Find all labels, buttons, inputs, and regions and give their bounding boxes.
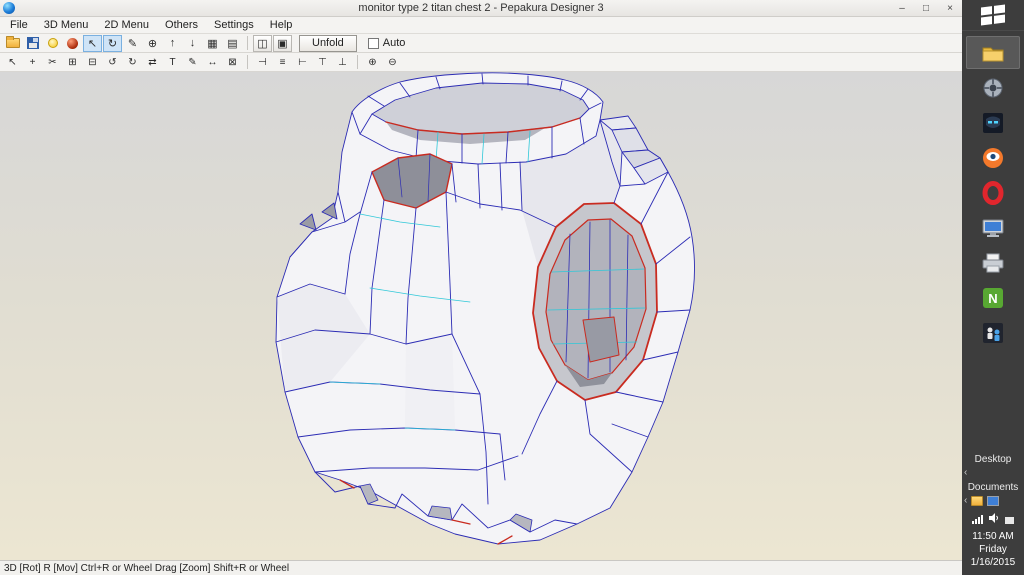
- desktop-expand-row: ‹: [962, 467, 1024, 479]
- system-tray: [972, 507, 1014, 527]
- menu-settings[interactable]: Settings: [206, 18, 262, 32]
- window-controls: – □ ×: [890, 1, 962, 16]
- clock-day: Friday: [979, 544, 1007, 555]
- menu-others[interactable]: Others: [157, 18, 206, 32]
- pepakura-window: monitor type 2 titan chest 2 - Pepakura …: [0, 0, 962, 575]
- mini-display-icon[interactable]: [987, 496, 1000, 506]
- align-top-icon[interactable]: ⊤: [313, 54, 332, 71]
- mask-game-icon[interactable]: [966, 106, 1020, 139]
- edit-pencil-icon[interactable]: ✎: [123, 35, 142, 52]
- bulb-glyph: [47, 38, 58, 48]
- floppy-glyph: [26, 37, 39, 49]
- menu-2d-menu[interactable]: 2D Menu: [96, 18, 157, 32]
- rotate-ccw-icon[interactable]: ↺: [103, 54, 122, 71]
- green-app-icon[interactable]: N: [966, 281, 1020, 314]
- layout-single-icon[interactable]: ▣: [273, 34, 292, 52]
- status-text: 3D [Rot] R [Mov] Ctrl+R or Wheel Drag [Z…: [4, 562, 290, 574]
- viewport-3d[interactable]: [0, 72, 962, 560]
- folder-glyph: [5, 36, 20, 48]
- mini-folder-icon[interactable]: [971, 496, 984, 506]
- clock-time: 11:50 AM: [972, 531, 1014, 542]
- draw-tool-icon[interactable]: ✎: [183, 54, 202, 71]
- align-left-icon[interactable]: ⊣: [253, 54, 272, 71]
- mirror-icon[interactable]: ⇄: [143, 54, 162, 71]
- windows-logo-icon: [981, 4, 1005, 26]
- rotate-view-icon[interactable]: ↻: [103, 34, 122, 52]
- clock-date: 1/16/2015: [970, 557, 1016, 568]
- light-bulb-icon[interactable]: [43, 35, 62, 52]
- menubar: File 3D Menu 2D Menu Others Settings Hel…: [0, 17, 962, 34]
- align-center-icon[interactable]: ≡: [273, 54, 292, 71]
- taskbar-apps: N: [966, 36, 1020, 349]
- toolbar-2d: ↖ + ✂ ⊞ ⊟ ↺ ↻ ⇄ T ✎ ↔ ⊠ ⊣ ≡ ⊢ ⊤ ⊥ ⊕ ⊖: [0, 53, 962, 72]
- auto-checkbox[interactable]: [367, 37, 379, 49]
- auto-unfold-group: Auto: [367, 37, 406, 49]
- computer-icon[interactable]: [966, 211, 1020, 244]
- desktop-toolbar[interactable]: Desktop: [962, 451, 1024, 467]
- grid-view-icon[interactable]: ▦: [203, 35, 222, 52]
- statusbar: 3D [Rot] R [Mov] Ctrl+R or Wheel Drag [Z…: [0, 560, 962, 575]
- unfold-button[interactable]: Unfold: [299, 34, 357, 52]
- taskbar-clock[interactable]: 11:50 AM Friday 1/16/2015: [971, 527, 1016, 575]
- auto-label: Auto: [382, 37, 406, 49]
- menu-file[interactable]: File: [2, 18, 36, 32]
- align-right-icon[interactable]: ⊢: [293, 54, 312, 71]
- flap-up-icon[interactable]: ↑: [163, 35, 182, 52]
- minimize-button[interactable]: –: [890, 1, 914, 16]
- documents-toolbar[interactable]: Documents: [962, 479, 1024, 495]
- join-edge-icon[interactable]: ⊞: [63, 54, 82, 71]
- screen: monitor type 2 titan chest 2 - Pepakura …: [0, 0, 1024, 575]
- start-button[interactable]: [962, 0, 1024, 31]
- opera-icon[interactable]: [966, 176, 1020, 209]
- documents-expand-row: ‹: [962, 495, 1024, 507]
- toolbar-main: ↖ ↻ ✎ ⊕ ↑ ↓ ▦ ▤ ◫ ▣ Unfold Auto: [0, 34, 962, 53]
- scissors-icon[interactable]: ✂: [43, 54, 62, 71]
- list-view-icon[interactable]: ▤: [223, 35, 242, 52]
- select-tool-icon[interactable]: ↖: [83, 34, 102, 52]
- rotate-cw-icon[interactable]: ↻: [123, 54, 142, 71]
- maximize-button[interactable]: □: [914, 1, 938, 16]
- touch-keyboard-icon[interactable]: [1005, 517, 1014, 524]
- sphere-glyph: [67, 37, 78, 49]
- blender-icon[interactable]: [966, 141, 1020, 174]
- network-signal-icon[interactable]: [972, 515, 983, 524]
- text-tool-icon[interactable]: T: [163, 54, 182, 71]
- close-button[interactable]: ×: [938, 1, 962, 16]
- toolbar-separator: [247, 36, 248, 50]
- chevron-left-icon[interactable]: ‹: [964, 496, 967, 506]
- speaker-icon[interactable]: [988, 512, 1000, 524]
- anchor-icon[interactable]: ⊕: [143, 35, 162, 52]
- save-file-icon[interactable]: [23, 35, 42, 52]
- svg-text:N: N: [988, 291, 997, 306]
- menu-3d-menu[interactable]: 3D Menu: [36, 18, 97, 32]
- flap-down-icon[interactable]: ↓: [183, 35, 202, 52]
- printer-icon[interactable]: [966, 246, 1020, 279]
- select-2d-icon[interactable]: ↖: [3, 54, 22, 71]
- overlap-check-icon[interactable]: ⊠: [223, 54, 242, 71]
- titlebar: monitor type 2 titan chest 2 - Pepakura …: [0, 0, 962, 17]
- window-title: monitor type 2 titan chest 2 - Pepakura …: [358, 2, 604, 14]
- open-file-icon[interactable]: [3, 35, 22, 52]
- taskbar-toolbars: Desktop ‹ Documents ‹ 11:50 AM Friday 1/…: [962, 451, 1024, 575]
- model-3d-canvas[interactable]: [0, 72, 962, 560]
- wheel-app-icon[interactable]: [966, 71, 1020, 104]
- toolbar-separator: [357, 55, 358, 69]
- align-bottom-icon[interactable]: ⊥: [333, 54, 352, 71]
- material-sphere-icon[interactable]: [63, 35, 82, 52]
- figures-game-icon[interactable]: [966, 316, 1020, 349]
- divide-edge-icon[interactable]: ⊟: [83, 54, 102, 71]
- windows-taskbar: N Desktop ‹ Documents ‹ 11:50 AM Friday …: [962, 0, 1024, 575]
- measure-icon[interactable]: ↔: [203, 54, 222, 71]
- zoom-in-icon[interactable]: ⊕: [363, 54, 382, 71]
- layout-both-icon[interactable]: ◫: [253, 34, 272, 52]
- move-part-icon[interactable]: +: [23, 54, 42, 71]
- chevron-left-icon[interactable]: ‹: [964, 468, 967, 478]
- menu-help[interactable]: Help: [262, 18, 301, 32]
- toolbar-separator: [247, 55, 248, 69]
- zoom-out-icon[interactable]: ⊖: [383, 54, 402, 71]
- file-explorer-icon[interactable]: [966, 36, 1020, 69]
